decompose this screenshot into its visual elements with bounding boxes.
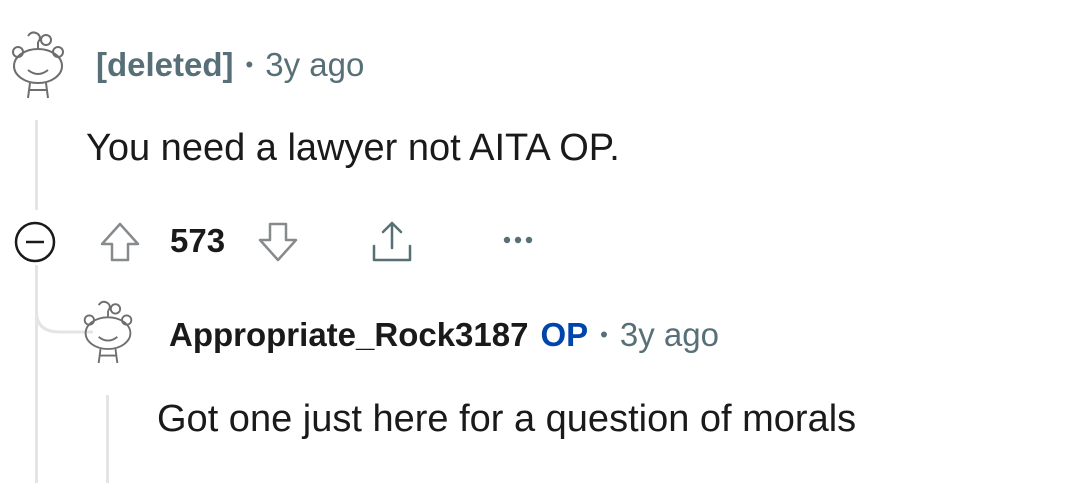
collapse-button[interactable] — [13, 220, 57, 264]
reply-body: Got one just here for a question of mora… — [157, 398, 857, 440]
snoo-avatar-icon — [83, 300, 133, 364]
thread-line-main — [35, 120, 38, 210]
reply-meta: Appropriate_Rock3187 OP • 3y ago — [169, 316, 719, 354]
avatar[interactable] — [80, 296, 136, 374]
vote-score: 573 — [170, 222, 226, 259]
collapse-minus-icon — [14, 221, 56, 263]
meta-separator: • — [245, 52, 254, 77]
share-icon — [372, 221, 412, 262]
downvote-arrow-icon — [258, 222, 298, 262]
timestamp: 3y ago — [265, 46, 365, 83]
op-badge: OP — [540, 316, 589, 353]
upvote-button[interactable] — [98, 220, 142, 264]
avatar[interactable] — [8, 28, 68, 108]
upvote-arrow-icon — [100, 222, 140, 262]
thread-line-reply — [106, 395, 109, 483]
meta-separator: • — [600, 322, 608, 347]
author-name[interactable]: Appropriate_Rock3187 — [169, 316, 528, 354]
downvote-button[interactable] — [256, 220, 300, 264]
comment-body: You need a lawyer not AITA OP. — [86, 127, 620, 169]
share-button[interactable] — [368, 218, 416, 266]
author-name[interactable]: [deleted] — [96, 46, 234, 84]
snoo-avatar-icon — [12, 31, 64, 99]
more-options-button[interactable] — [498, 228, 538, 252]
timestamp: 3y ago — [619, 316, 719, 353]
more-options-icon — [503, 236, 533, 244]
comment-meta: [deleted] • 3y ago — [96, 46, 364, 84]
